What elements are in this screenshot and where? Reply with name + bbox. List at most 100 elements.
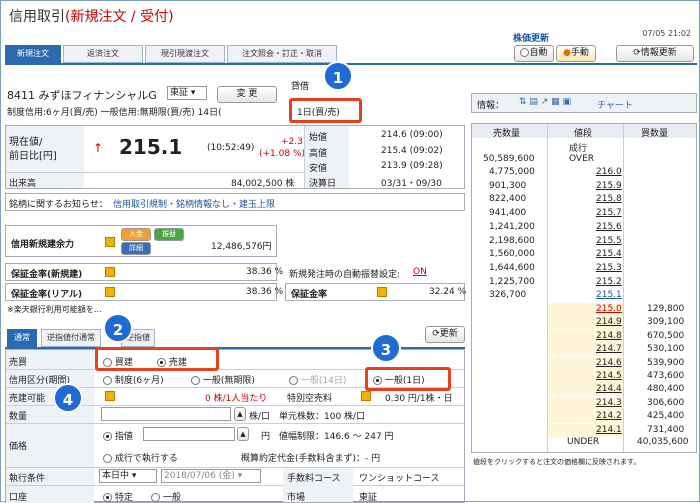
divider [6,467,464,468]
bid-price[interactable]: 214.1 [596,425,622,435]
margin-new-label: 保証金率(新規建) [11,270,83,280]
open-value: 214.6 (09:00) [381,130,443,140]
unit-shares: 単元株数：100 株/口 [279,412,366,422]
low-label: 安値 [309,164,328,174]
ask-price[interactable]: 215.8 [596,194,622,204]
volume-value: 84,002,500 株 [231,179,295,189]
margin-label: 保証金率 [291,290,328,300]
tab-close-order[interactable]: 返済注文 [63,45,143,63]
board-tool-icons[interactable]: ⇅ ▤ ↗ ▦ ▣ [519,97,571,107]
bid-price[interactable]: 214.3 [596,398,622,408]
limit-radio[interactable]: 指値 [103,429,133,442]
fee-course-value: ワンショットコース [359,474,440,484]
board-footer: 値段をクリックすると注文の価格欄に反映されます。 [473,458,641,466]
tab-delivery-order[interactable]: 現引現渡注文 [145,45,225,63]
up-arrow-icon: ↑ [93,141,104,155]
board-header-price: 値段 [574,129,593,139]
callout-2: 2 [103,313,133,343]
price-stepper[interactable]: ▲ [237,427,249,441]
specified-account-radio[interactable]: 特定 [103,490,133,503]
fee-course-label: 手数料コース [287,474,341,484]
price-time: (10:52:49) [207,143,255,153]
fee-value: 0.30 円/1株・日 [385,394,453,404]
general-account-radio[interactable]: 一般 [151,490,181,503]
help-icon[interactable] [105,391,115,401]
bid-qty: 530,100 [647,344,685,355]
over-qty: 50,589,600 [483,154,535,164]
notice-label: 銘柄に関するお知らせ： [9,200,108,210]
tab-stop-normal[interactable]: 逆指値付通常 [41,329,101,347]
tab-underline [5,63,697,65]
tab-order-inquiry[interactable]: 注文照会・訂正・取消 [227,45,337,63]
date-select[interactable]: 2018/07/06 (金) ▾ [161,469,261,483]
avail-value: 0 株/1人当たり [205,394,268,404]
chart-link[interactable]: チャート [597,98,633,111]
price-input[interactable] [143,427,235,441]
bid-price[interactable]: 214.5 [596,371,622,381]
change-stock-button[interactable]: 変 更 [217,86,277,103]
ask-qty: 4,775,000 [489,167,535,177]
bid-price[interactable]: 214.6 [596,358,622,368]
ask-price[interactable]: 215.4 [596,249,622,259]
help-icon[interactable] [105,237,115,247]
bid-price[interactable]: 215.0 [596,304,622,314]
type-14day-radio[interactable]: 一般(14日) [289,373,346,386]
bid-price[interactable]: 214.7 [596,344,622,354]
callout-3: 3 [371,333,401,363]
ask-price[interactable]: 215.1 [596,290,622,300]
ask-qty: 2,198,600 [489,235,535,246]
refresh-icon: ⟳ [432,329,440,339]
type-general-radio[interactable]: 一般(無期限) [191,373,255,386]
info-refresh-button[interactable]: ⟳情報更新 [616,45,694,62]
window: 信用取引(新規注文 / 受付) 07/05 21:02 株価更新 自動 ●手動 … [0,0,700,503]
bid-price[interactable]: 214.9 [596,317,622,327]
auto-update-button[interactable]: 自動 [514,45,554,62]
qty-input[interactable] [101,407,231,421]
divider [6,423,464,424]
deposit-button[interactable]: 入金 [121,228,151,241]
tab-normal[interactable]: 通常 [7,329,37,347]
bid-qty: 670,500 [647,330,685,341]
stock-name: 8411 みずほフィナンシャルG [7,89,157,102]
current-price: 215.1 [119,135,183,159]
manual-update-button[interactable]: ●手動 [556,45,596,62]
bid-price[interactable]: 214.4 [596,384,622,394]
help-icon[interactable] [377,287,387,297]
qty-stepper[interactable]: ▲ [234,407,246,421]
market-select[interactable]: 東証 ▾ [167,86,207,100]
transfer-button[interactable]: 振替 [154,228,184,241]
under-qty: 40,035,600 [637,437,689,447]
tab-new-order[interactable]: 新規注文 [5,45,61,63]
ask-price[interactable]: 215.3 [596,263,622,273]
ask-price[interactable]: 215.2 [596,277,622,287]
notice-link[interactable]: 信用取引規制・銘柄情報なし・建玉上限 [113,197,275,210]
margin-new-value: 38.36 % [246,267,284,277]
over-label: OVER [569,154,595,164]
main-tabs: 新規注文 返済注文 現引現渡注文 注文照会・訂正・取消 [5,45,339,63]
ask-price[interactable]: 215.5 [596,236,622,246]
ask-price[interactable]: 215.9 [596,181,622,191]
order-refresh-button[interactable]: ⟳更新 [425,326,465,343]
ask-price[interactable]: 215.6 [596,222,622,232]
auto-transfer-link[interactable]: ON [413,267,427,277]
detail-button[interactable]: 詳細 [121,242,151,255]
board-toolbar [471,93,697,113]
condition-select[interactable]: 本日中 ▾ [99,469,157,483]
ask-price[interactable]: 216.0 [596,167,622,177]
exchange-label: 市場 [287,493,306,503]
ask-price[interactable]: 215.7 [596,208,622,218]
settlement-value: 03/31・09/30 [381,179,442,189]
volume-label: 出来高 [9,179,37,189]
limit-range: 値幅制限：146.6 ～ 247 円 [279,432,394,442]
help-icon[interactable] [361,391,371,401]
bid-price[interactable]: 214.2 [596,411,622,421]
help-icon[interactable] [105,267,115,277]
market-radio[interactable]: 成行で執行する [103,451,178,464]
bid-qty: 731,400 [647,424,685,435]
highlight-one-day [289,98,362,123]
side-label: 売買 [9,358,28,368]
bid-price[interactable]: 214.8 [596,331,622,341]
bid-qty: 309,100 [647,317,685,328]
help-icon[interactable] [105,287,115,297]
type-system-radio[interactable]: 制度(6ヶ月) [103,373,164,386]
